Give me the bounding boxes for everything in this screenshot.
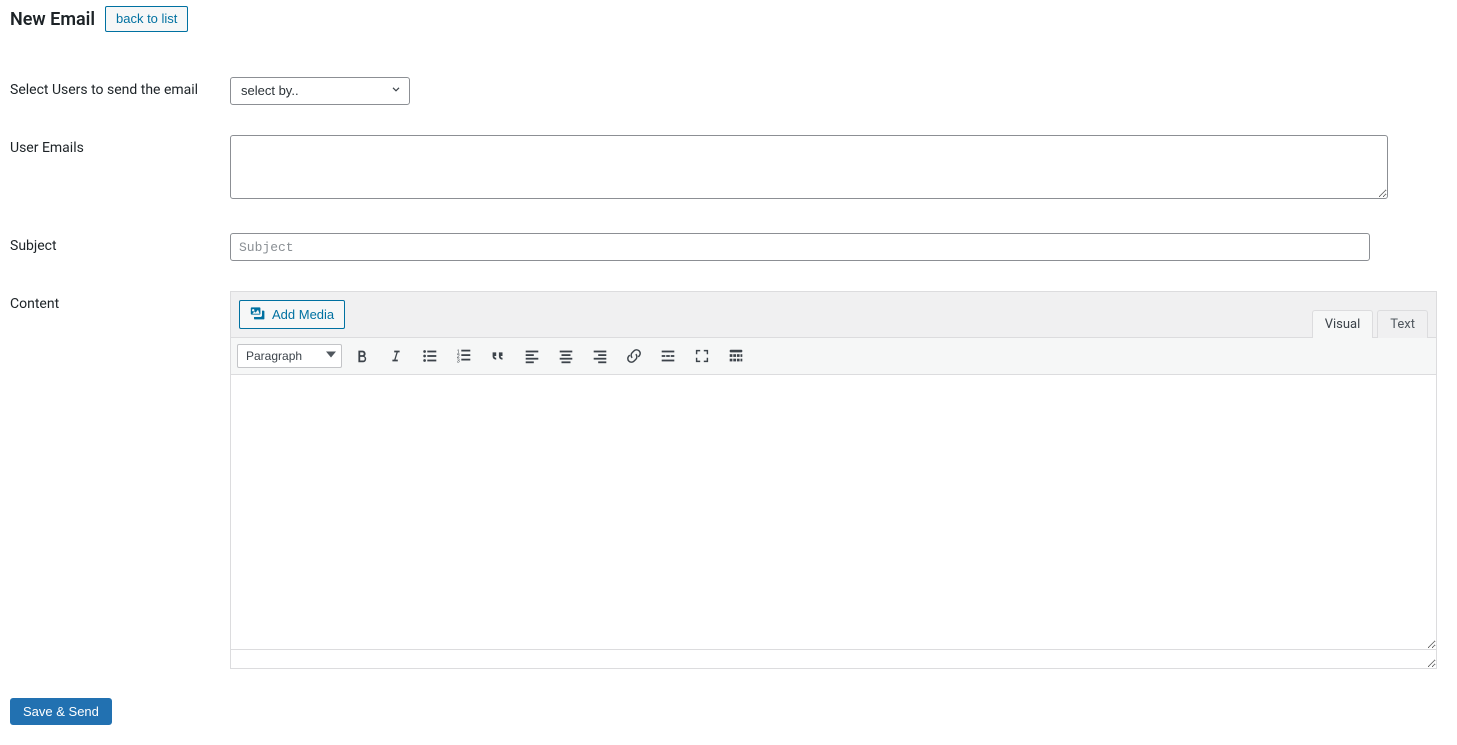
numbered-list-icon: 123 [455, 347, 473, 365]
blockquote-button[interactable] [484, 342, 512, 370]
link-icon [625, 347, 643, 365]
content-label: Content [10, 276, 220, 684]
read-more-icon [659, 347, 677, 365]
content-body[interactable] [230, 375, 1437, 650]
add-media-label: Add Media [272, 307, 334, 322]
back-to-list-button[interactable]: back to list [105, 6, 188, 32]
add-media-button[interactable]: Add Media [239, 300, 345, 329]
page-title: New Email [10, 9, 95, 30]
select-users-label: Select Users to send the email [10, 62, 220, 120]
align-left-button[interactable] [518, 342, 546, 370]
blockquote-icon [489, 347, 507, 365]
media-icon [250, 305, 266, 324]
tab-visual[interactable]: Visual [1312, 310, 1374, 338]
align-right-button[interactable] [586, 342, 614, 370]
align-right-icon [591, 347, 609, 365]
subject-label: Subject [10, 218, 220, 276]
user-emails-field[interactable] [230, 135, 1388, 199]
align-left-icon [523, 347, 541, 365]
subject-field[interactable] [230, 233, 1370, 261]
content-editor: Add Media Visual Text Paragraph [230, 291, 1437, 669]
numbered-list-button[interactable]: 123 [450, 342, 478, 370]
italic-icon [387, 347, 405, 365]
toolbar-toggle-button[interactable] [722, 342, 750, 370]
editor-toolbar: Paragraph [230, 337, 1437, 375]
editor-statusbar [230, 650, 1437, 669]
bulleted-list-button[interactable] [416, 342, 444, 370]
bold-button[interactable] [348, 342, 376, 370]
link-button[interactable] [620, 342, 648, 370]
fullscreen-icon [693, 347, 711, 365]
paragraph-format-dropdown[interactable]: Paragraph [237, 344, 342, 368]
toolbar-toggle-icon [727, 347, 745, 365]
bulleted-list-icon [421, 347, 439, 365]
select-users-dropdown[interactable]: select by.. [230, 77, 410, 105]
align-center-button[interactable] [552, 342, 580, 370]
read-more-button[interactable] [654, 342, 682, 370]
user-emails-label: User Emails [10, 120, 220, 218]
italic-button[interactable] [382, 342, 410, 370]
save-and-send-button[interactable]: Save & Send [10, 698, 112, 725]
svg-text:3: 3 [457, 358, 460, 364]
bold-icon [353, 347, 371, 365]
tab-text[interactable]: Text [1377, 310, 1428, 338]
fullscreen-button[interactable] [688, 342, 716, 370]
align-center-icon [557, 347, 575, 365]
